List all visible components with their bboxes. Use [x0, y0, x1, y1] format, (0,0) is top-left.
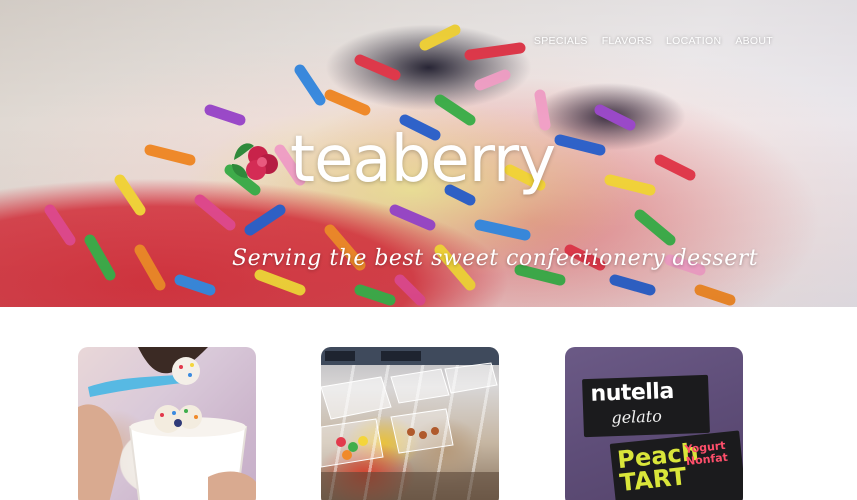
nav-link-about[interactable]: ABOUT [735, 35, 773, 47]
frozen-yogurt-card[interactable] [78, 347, 256, 500]
frozen-yogurt-photo [78, 347, 256, 500]
sign-gelato-text: gelato [611, 406, 663, 428]
nav-link-flavors[interactable]: FLAVORS [602, 35, 652, 47]
sign-yogurt-text: Yogurt Nonfat [684, 439, 728, 468]
brand-name: teaberry [290, 123, 556, 197]
nutella-gelato-sign: nutella gelato [582, 374, 710, 438]
brand-logo[interactable]: teaberry [226, 123, 556, 197]
sign-tart-text: TART [618, 462, 688, 497]
toppings-bar-card[interactable] [321, 347, 499, 500]
peach-tart-sign: Peach TART Yogurt Nonfat [609, 430, 743, 500]
nav-link-location[interactable]: LOCATION [666, 35, 721, 47]
top-navigation: SPECIALS FLAVORS LOCATION ABOUT [534, 35, 773, 47]
hero-tagline: Serving the best sweet confectionery des… [232, 246, 759, 271]
specials-signs-card[interactable]: nutella gelato Peach TART Yogurt Nonfat [565, 347, 743, 500]
berry-leaf-icon [232, 143, 278, 180]
toppings-bar-photo [321, 347, 499, 500]
sign-nutella-text: nutella [590, 379, 675, 407]
hero-banner: SPECIALS FLAVORS LOCATION ABOUT teaberry… [0, 0, 857, 307]
nav-link-specials[interactable]: SPECIALS [534, 35, 588, 47]
